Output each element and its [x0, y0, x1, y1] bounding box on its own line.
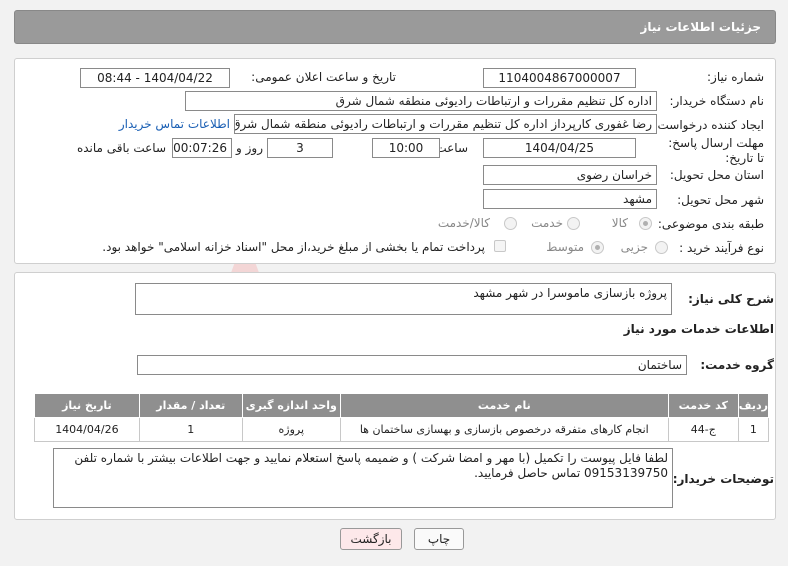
buyer-contact-link[interactable]: اطلاعات تماس خریدار — [119, 117, 230, 131]
panel-header: جزئیات اطلاعات نیاز — [14, 10, 776, 44]
deadline-date-field[interactable]: 1404/04/25 — [483, 138, 636, 158]
cell-row-number: 1 — [737, 417, 770, 442]
col-need-date: تاریخ نیاز — [34, 393, 140, 418]
requester-field[interactable]: رضا غفوری کارپرداز اداره کل تنظیم مقررات… — [234, 114, 657, 134]
process-label: نوع فرآیند خرید : — [679, 241, 764, 255]
service-group-label: گروه خدمت: — [700, 358, 774, 372]
city-field[interactable]: مشهد — [483, 189, 657, 209]
announce-datetime-label: تاریخ و ساعت اعلان عمومی: — [251, 70, 396, 84]
cell-need-date: 1404/04/26 — [34, 417, 140, 442]
cell-service-code: ج-44 — [667, 417, 739, 442]
category-radio-goods-service[interactable] — [504, 217, 517, 230]
buyer-notes-field[interactable]: لطفا فایل پیوست را تکمیل (با مهر و امضا … — [53, 448, 673, 508]
col-service-code: کد خدمت — [667, 393, 739, 418]
panel-title: جزئیات اطلاعات نیاز — [640, 20, 761, 34]
process-option-minor: جزیی — [620, 240, 648, 254]
category-radio-service[interactable] — [567, 217, 580, 230]
description-label: شرح کلی نیاز: — [688, 292, 774, 306]
treasury-payment-checkbox[interactable] — [494, 240, 506, 252]
process-option-medium: متوسط — [546, 240, 584, 254]
info-section — [14, 58, 776, 264]
category-radio-goods[interactable] — [639, 217, 652, 230]
cell-service-name: انجام کارهای متفرقه درخصوص بازسازی و بهس… — [339, 417, 669, 442]
deadline-time-field[interactable]: 10:00 — [372, 138, 440, 158]
category-option-service: خدمت — [531, 216, 563, 230]
table-row[interactable]: 1 ج-44 انجام کارهای متفرقه درخصوص بازساز… — [34, 417, 770, 442]
need-number-field[interactable]: 1104004867000007 — [483, 68, 636, 88]
print-button[interactable]: چاپ — [414, 528, 464, 550]
description-field[interactable]: پروژه بازسازی ماموسرا در شهر مشهد — [135, 283, 672, 315]
days-field[interactable]: 3 — [267, 138, 333, 158]
remaining-time-field[interactable]: 00:07:26 — [172, 138, 232, 158]
col-quantity: تعداد / مقدار — [138, 393, 243, 418]
announce-datetime-field[interactable]: 1404/04/22 - 08:44 — [80, 68, 230, 88]
process-radio-medium[interactable] — [591, 241, 604, 254]
buyer-org-label: نام دستگاه خریدار: — [669, 94, 765, 108]
category-label: طبقه بندی موضوعی: — [657, 217, 764, 231]
buyer-notes-label: توضیحات خریدار: — [672, 472, 774, 486]
category-option-goods-service: کالا/خدمت — [437, 216, 490, 230]
buyer-org-field[interactable]: اداره کل تنظیم مقررات و ارتباطات رادیوئی… — [185, 91, 657, 111]
col-row-number: ردیف — [737, 393, 770, 418]
days-label: روز و — [236, 141, 263, 155]
treasury-payment-note: پرداخت تمام یا بخشی از مبلغ خرید،از محل … — [102, 240, 485, 254]
requester-label: ایجاد کننده درخواست: — [653, 118, 764, 132]
deadline-time-label: ساعت — [435, 141, 468, 155]
back-button[interactable]: بازگشت — [340, 528, 402, 550]
cell-quantity: 1 — [138, 417, 243, 442]
city-label: شهر محل تحویل: — [677, 193, 764, 207]
remaining-label: ساعت باقی مانده — [76, 141, 166, 155]
province-label: استان محل تحویل: — [669, 168, 764, 182]
province-field[interactable]: خراسان رضوی — [483, 165, 657, 185]
services-title: اطلاعات خدمات مورد نیاز — [623, 322, 774, 336]
need-number-label: شماره نیاز: — [707, 70, 764, 84]
category-option-goods: کالا — [611, 216, 628, 230]
col-unit: واحد اندازه گیری — [241, 393, 341, 418]
service-group-field[interactable]: ساختمان — [137, 355, 687, 375]
deadline-label: مهلت ارسال پاسخ: تا تاریخ: — [668, 136, 764, 165]
table-header-row: ردیف کد خدمت نام خدمت واحد اندازه گیری ت… — [34, 393, 770, 418]
services-table: ردیف کد خدمت نام خدمت واحد اندازه گیری ت… — [34, 393, 770, 442]
cell-unit: پروژه — [241, 417, 341, 442]
process-radio-minor[interactable] — [655, 241, 668, 254]
col-service-name: نام خدمت — [339, 393, 669, 418]
